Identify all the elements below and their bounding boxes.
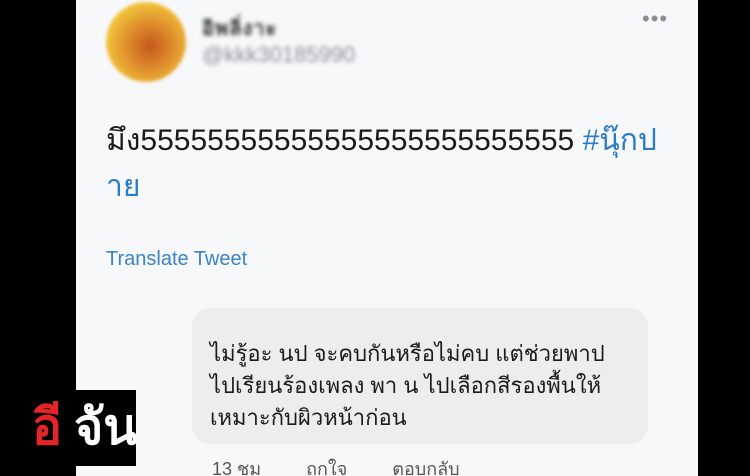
logo-text-red: อี	[32, 399, 63, 455]
display-name[interactable]: อิพลิ่งาะ	[202, 12, 277, 44]
user-handle[interactable]: @kkk30185990	[202, 42, 355, 68]
ellipsis-icon: •••	[641, 6, 669, 31]
logo-text-white: จัน	[74, 399, 138, 455]
avatar[interactable]	[106, 2, 186, 82]
watermark-logo: อี จัน	[22, 390, 138, 466]
like-button[interactable]: ถูกใจ	[306, 459, 347, 476]
reply-button[interactable]: ตอบกลับ	[392, 459, 459, 476]
translate-tweet-link[interactable]: Translate Tweet	[106, 248, 247, 271]
reply-comment-bubble: ไม่รู้อะ นป จะคบกันหรือไม่คบ แต่ช่วยพาป …	[192, 308, 648, 444]
tweet-body: มึง55555555555555555555555555	[106, 124, 583, 157]
tweet-text: มึง55555555555555555555555555 #นุ๊กปาย	[106, 118, 666, 210]
reply-timestamp: 13 ชม	[212, 459, 262, 476]
reply-actions: 13 ชม ถูกใจ ตอบกลับ	[212, 454, 500, 476]
reply-text: ไม่รู้อะ นป จะคบกันหรือไม่คบ แต่ช่วยพาป …	[210, 341, 605, 430]
tweet-card: อิพลิ่งาะ @kkk30185990 ••• มึง5555555555…	[76, 0, 698, 476]
more-options-button[interactable]: •••	[640, 8, 670, 30]
